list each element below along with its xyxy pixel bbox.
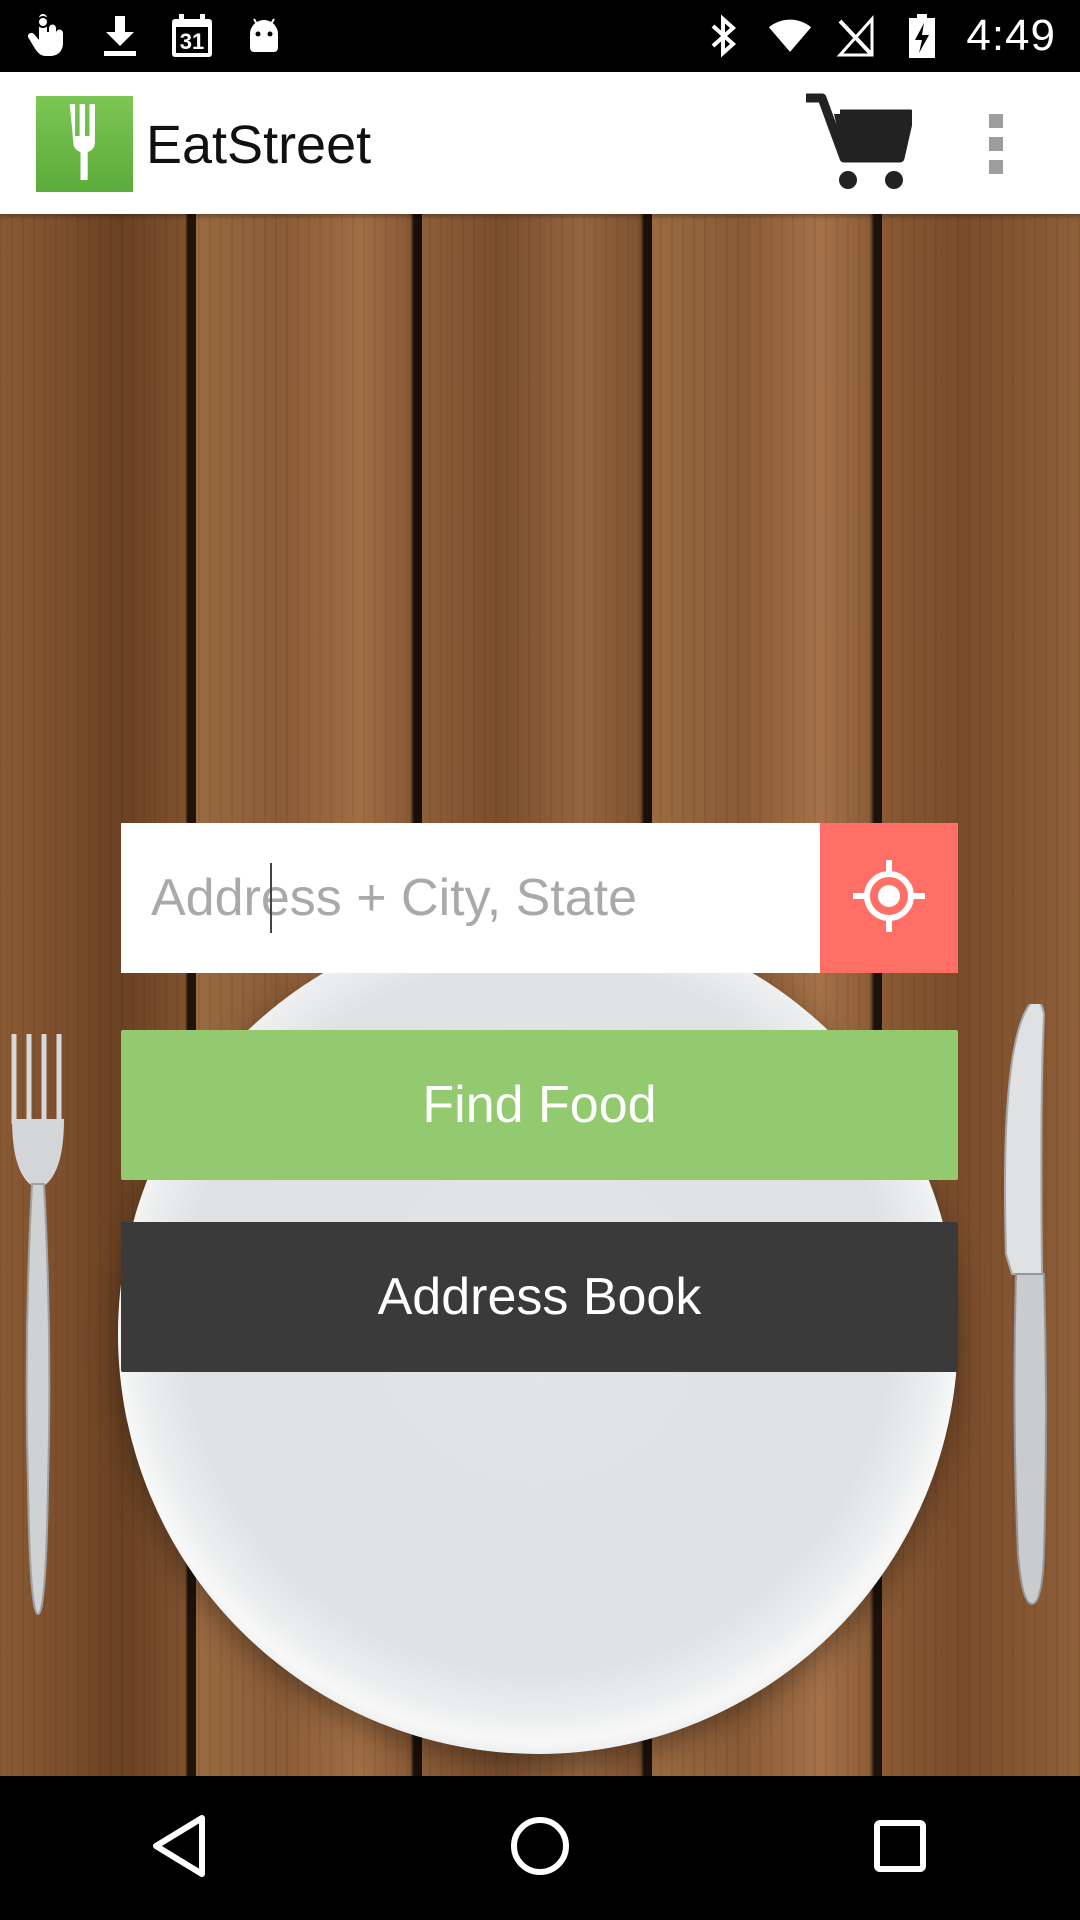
main-content: Find Food Address Book (0, 214, 1080, 1776)
recents-button[interactable] (840, 1788, 960, 1908)
status-time: 4:49 (966, 11, 1056, 60)
cart-icon (804, 92, 915, 199)
download-icon (98, 14, 142, 58)
status-bar-notifications: 31 (26, 0, 286, 72)
app-bar: EatStreet (0, 72, 1080, 214)
hand-icon (26, 14, 70, 58)
battery-charging-icon (900, 14, 944, 58)
android-icon (242, 14, 286, 58)
knife-image (990, 999, 1066, 1629)
recents-icon (872, 1818, 928, 1879)
address-book-button[interactable]: Address Book (121, 1222, 958, 1372)
locate-button[interactable] (820, 823, 958, 973)
back-button[interactable] (120, 1788, 240, 1908)
app-title: EatStreet (146, 115, 372, 175)
navigation-bar (0, 1776, 1080, 1920)
calendar-icon: 31 (170, 14, 214, 58)
bluetooth-icon (702, 14, 746, 58)
app-logo (36, 96, 133, 192)
home-icon (509, 1815, 571, 1882)
fork-image (4, 1034, 80, 1639)
no-sim-icon (834, 14, 878, 58)
home-button[interactable] (480, 1788, 600, 1908)
my-location-icon (851, 858, 927, 939)
more-vert-icon[interactable] (968, 102, 1024, 186)
fork-icon (65, 103, 105, 185)
cart-button[interactable] (800, 90, 916, 200)
address-input[interactable] (121, 823, 820, 973)
address-search-row (121, 823, 958, 973)
text-caret (270, 863, 272, 933)
find-food-button[interactable]: Find Food (121, 1030, 958, 1180)
back-icon (150, 1814, 210, 1883)
status-bar: 31 4:49 (0, 0, 1080, 72)
calendar-day: 31 (179, 29, 205, 54)
wifi-icon (768, 14, 812, 58)
status-bar-system: 4:49 (702, 0, 1056, 72)
